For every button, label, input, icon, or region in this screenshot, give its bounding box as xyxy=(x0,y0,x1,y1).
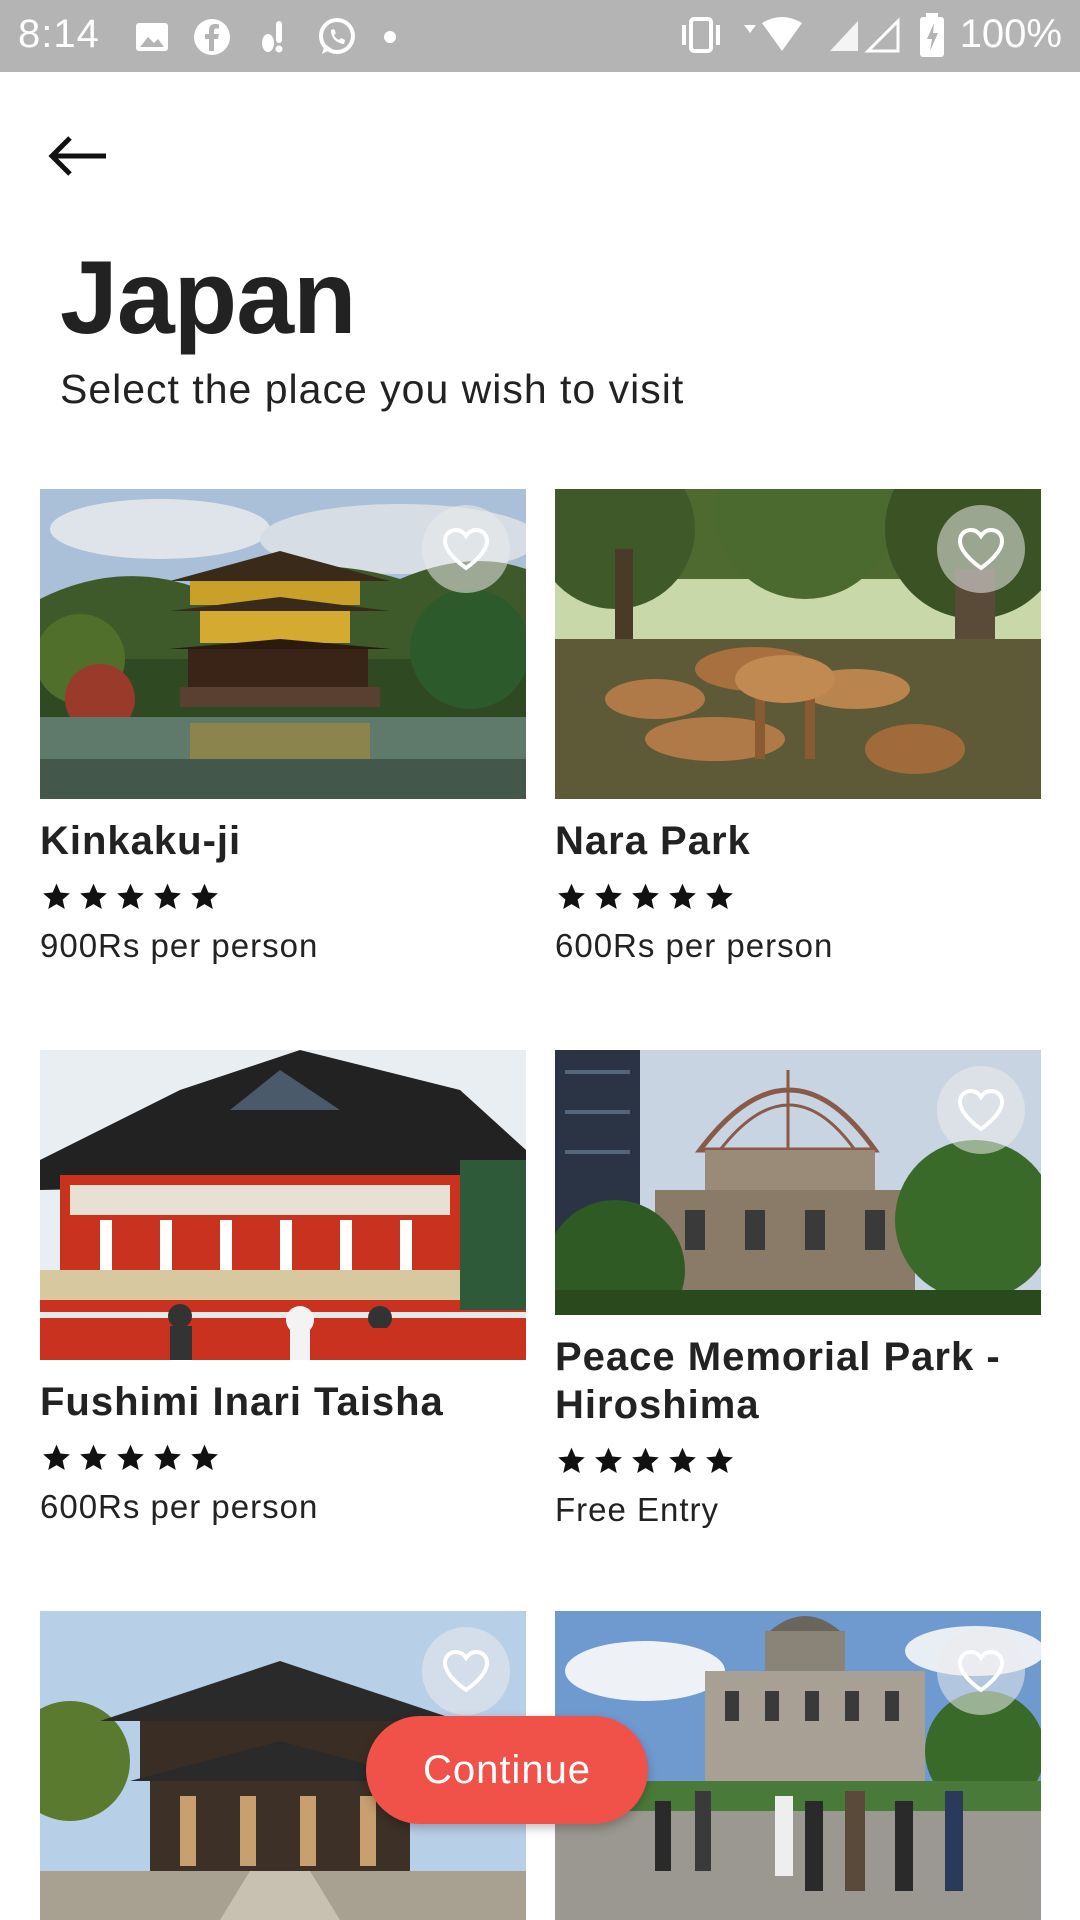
star-icon xyxy=(80,883,107,909)
rating-stars xyxy=(555,1445,1041,1477)
star-icon xyxy=(154,883,181,909)
place-photo[interactable] xyxy=(555,489,1041,799)
place-card[interactable]: Fushimi Inari Taisha 600Rs per person xyxy=(40,1050,526,1526)
rating-stars xyxy=(40,881,526,913)
continue-button[interactable]: Continue xyxy=(366,1716,648,1824)
place-card[interactable]: Peace Memorial Park - Hiroshima Free Ent… xyxy=(555,1050,1041,1529)
heart-icon xyxy=(957,1649,1005,1693)
star-icon xyxy=(154,1444,181,1470)
star-icon xyxy=(706,883,733,909)
rating-stars xyxy=(555,881,1041,913)
place-price: 900Rs per person xyxy=(40,927,319,964)
status-time: 8:14 xyxy=(18,12,100,56)
battery-percent: 100% xyxy=(959,12,1062,56)
place-name: Kinkaku-ji xyxy=(40,819,242,863)
facebook-icon xyxy=(194,19,230,55)
star-icon xyxy=(595,883,622,909)
page-title: Japan xyxy=(60,240,357,356)
place-photo[interactable] xyxy=(40,489,526,799)
star-icon xyxy=(595,1447,622,1473)
star-icon xyxy=(669,1447,696,1473)
vibrate-icon xyxy=(681,16,720,53)
star-icon xyxy=(632,883,659,909)
place-card[interactable]: Nara Park 600Rs per person xyxy=(555,489,1041,965)
status-bar: 8:14 100% xyxy=(0,0,1080,72)
star-icon xyxy=(43,1444,70,1470)
heart-icon xyxy=(957,1088,1005,1132)
signal-icon xyxy=(829,16,900,52)
star-icon xyxy=(706,1447,733,1473)
favorite-button[interactable] xyxy=(937,1066,1025,1154)
fushimi-inari-image xyxy=(40,1050,526,1360)
star-icon xyxy=(558,883,585,909)
whatsapp-icon xyxy=(319,18,355,54)
star-icon xyxy=(558,1447,585,1473)
heart-icon xyxy=(442,527,490,571)
favorite-button[interactable] xyxy=(422,1627,510,1715)
back-arrow-icon xyxy=(48,136,106,176)
star-icon xyxy=(43,883,70,909)
star-icon xyxy=(117,883,144,909)
rating-stars xyxy=(40,1442,526,1474)
place-price: Free Entry xyxy=(555,1491,720,1528)
star-icon xyxy=(669,883,696,909)
favorite-button[interactable] xyxy=(937,1627,1025,1715)
back-button[interactable] xyxy=(48,128,120,184)
place-price: 600Rs per person xyxy=(555,927,834,964)
star-icon xyxy=(191,1444,218,1470)
favorite-button[interactable] xyxy=(422,505,510,593)
page-subtitle: Select the place you wish to visit xyxy=(60,366,685,412)
heart-icon xyxy=(957,527,1005,571)
notification-icons xyxy=(134,16,400,58)
place-name: Fushimi Inari Taisha xyxy=(40,1380,444,1424)
favorite-button[interactable] xyxy=(937,505,1025,593)
dot-icon xyxy=(384,31,396,43)
place-photo[interactable] xyxy=(40,1050,526,1360)
battery-charging-icon xyxy=(919,12,944,57)
system-icons: 100% xyxy=(676,12,1062,57)
star-icon xyxy=(191,883,218,909)
place-card[interactable]: Kinkaku-ji 900Rs per person xyxy=(40,489,526,965)
wifi-icon xyxy=(743,16,802,51)
notification-icon xyxy=(262,21,283,53)
image-icon xyxy=(136,23,168,51)
star-icon xyxy=(117,1444,144,1470)
place-photo[interactable] xyxy=(555,1050,1041,1315)
place-name: Nara Park xyxy=(555,819,751,863)
star-icon xyxy=(632,1447,659,1473)
place-name: Peace Memorial Park - Hiroshima xyxy=(555,1335,1001,1427)
star-icon xyxy=(80,1444,107,1470)
place-price: 600Rs per person xyxy=(40,1488,319,1525)
heart-icon xyxy=(442,1649,490,1693)
